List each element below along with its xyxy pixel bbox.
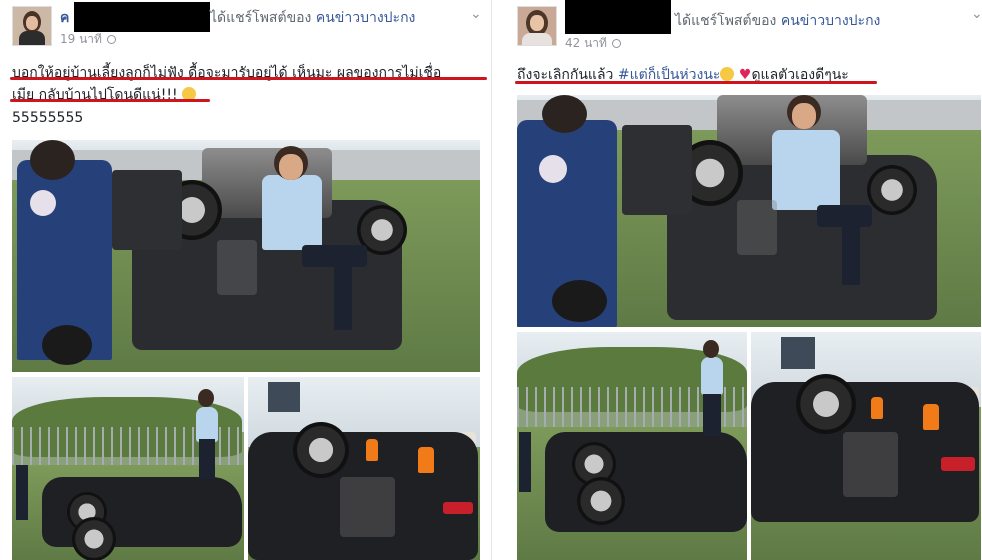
share-text: ได้แชร์โพสต์ของ คนข่าวบางปะกง — [675, 10, 880, 32]
photo-main[interactable] — [517, 95, 981, 327]
globe-icon — [106, 35, 116, 44]
globe-icon — [611, 39, 621, 48]
author-name[interactable]: ค — [60, 7, 69, 29]
post-timestamp[interactable]: 42 นาที — [565, 34, 621, 53]
photo-bottom-right[interactable] — [248, 377, 480, 560]
photo-bottom-left[interactable] — [517, 332, 747, 560]
chevron-down-icon[interactable]: ⌄ — [971, 6, 982, 22]
post-body: 55555555 — [12, 110, 84, 126]
photo-bottom-left[interactable] — [12, 377, 244, 560]
shared-label: ได้แชร์โพสต์ของ — [210, 10, 312, 26]
photo-main[interactable] — [12, 140, 480, 372]
chevron-down-icon[interactable]: ⌄ — [470, 6, 482, 22]
caption-underline — [515, 81, 877, 84]
time-label: 19 นาที — [60, 32, 102, 46]
photo-bottom-right[interactable] — [751, 332, 981, 560]
caption-underline-2 — [10, 99, 210, 102]
page-link[interactable]: คนข่าวบางปะกง — [781, 13, 881, 29]
redaction-bar — [74, 2, 210, 32]
share-text: ได้แชร์โพสต์ของ คนข่าวบางปะกง — [210, 7, 415, 29]
caption-line-2: เมีย กลับบ้านไปโดนดีแน่!!! — [12, 84, 197, 106]
post-divider — [491, 0, 504, 560]
tongue-wink-emoji-icon — [720, 67, 735, 81]
shared-post-right: ได้แชร์โพสต์ของ คนข่าวบางปะกง 42 นาที ⌄ … — [505, 0, 982, 560]
caption-line-1: บอกให้อยู่บ้านเลี้ยงลูกก็ไม่ฟัง ดื้อจะมา… — [12, 65, 442, 81]
author-avatar[interactable] — [517, 6, 557, 46]
shared-post-left: ค ได้แชร์โพสต์ของ คนข่าวบางปะกง 19 นาที … — [0, 0, 490, 560]
time-label: 42 นาที — [565, 36, 607, 50]
post-timestamp[interactable]: 19 นาที — [60, 30, 116, 49]
redaction-bar — [565, 0, 671, 34]
page-link[interactable]: คนข่าวบางปะกง — [316, 10, 416, 26]
shared-label: ได้แชร์โพสต์ของ — [675, 13, 777, 29]
author-avatar[interactable] — [12, 6, 52, 46]
caption-underline-1 — [10, 77, 487, 80]
